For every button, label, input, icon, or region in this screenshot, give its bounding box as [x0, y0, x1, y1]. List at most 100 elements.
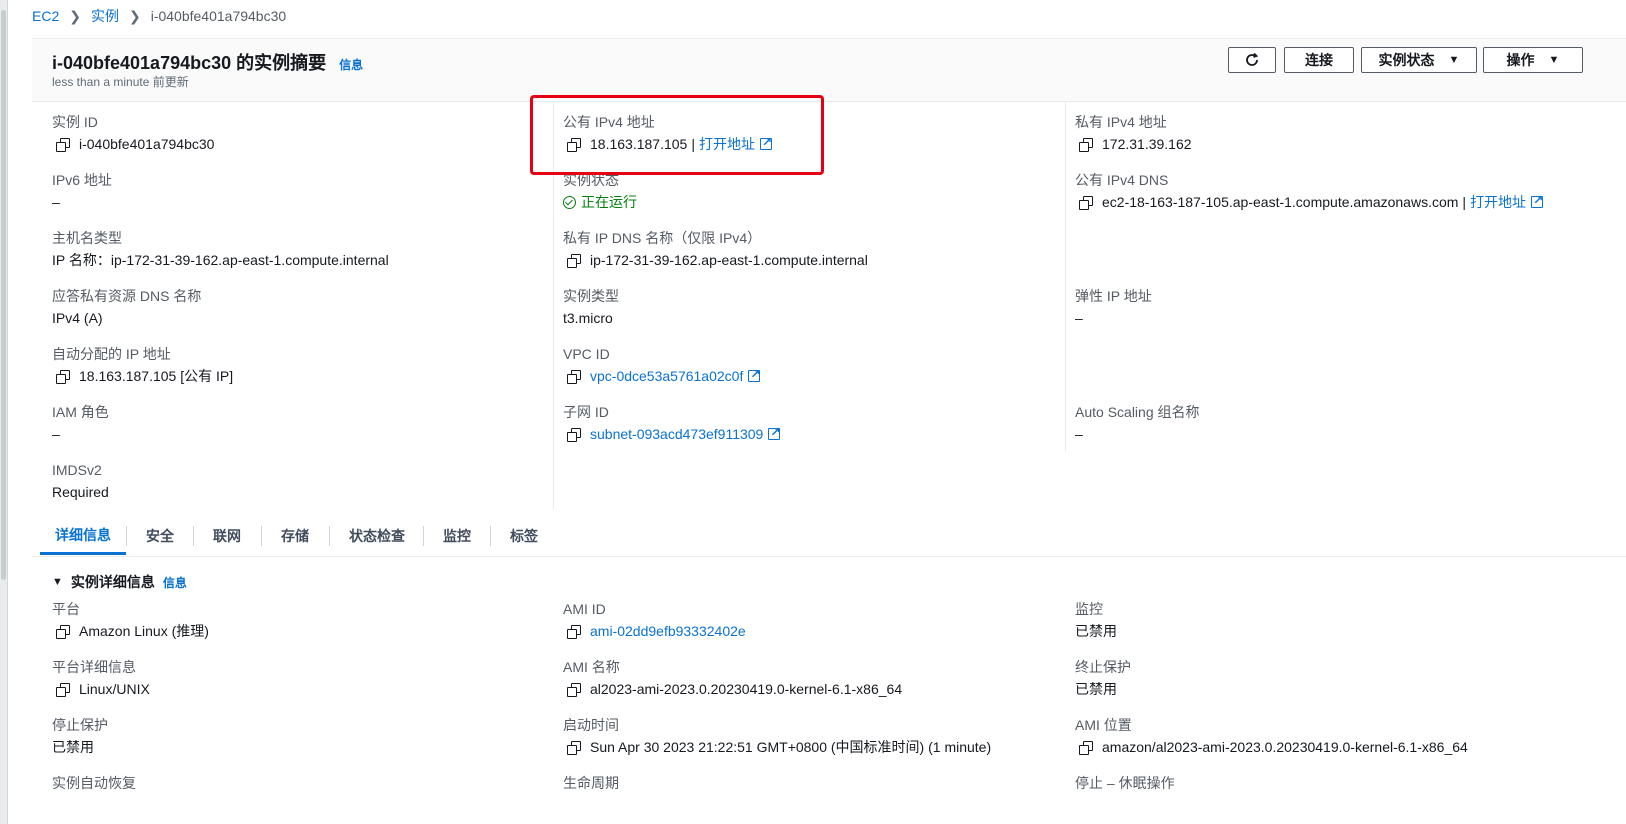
- tab-tags[interactable]: 标签: [492, 518, 556, 554]
- breadcrumb-instances[interactable]: 实例: [91, 6, 119, 26]
- summary-title-text: i-040bfe401a794bc30 的实例摘要: [52, 53, 327, 73]
- caret-down-icon[interactable]: ▼: [52, 576, 63, 588]
- field-label: Auto Scaling 组名称: [1075, 404, 1200, 420]
- tab-storage[interactable]: 存储: [263, 518, 327, 554]
- field-value: Linux/UNIX: [79, 681, 150, 697]
- field-label: 监控: [1075, 601, 1103, 617]
- field-value: i-040bfe401a794bc30: [79, 136, 215, 152]
- detail-tabs: 详细信息 安全 联网 存储 状态检查 监控 标签: [32, 518, 1626, 557]
- breadcrumb: EC2 ❯ 实例 ❯ i-040bfe401a794bc30: [32, 6, 286, 26]
- copy-icon[interactable]: [1079, 740, 1093, 755]
- field-platform-details: 平台详细信息 Linux/UNIX: [52, 658, 150, 698]
- field-label: 实例 ID: [52, 114, 98, 130]
- info-link[interactable]: 信息: [339, 58, 363, 72]
- open-address-link[interactable]: 打开地址: [1470, 193, 1526, 211]
- instance-details-header[interactable]: ▼ 实例详细信息 信息: [52, 572, 187, 592]
- copy-icon[interactable]: [56, 137, 70, 152]
- field-label: IPv6 地址: [52, 172, 112, 188]
- section-title: 实例详细信息: [70, 574, 155, 590]
- field-value: –: [52, 194, 60, 210]
- field-value: 18.163.187.105 [公有 IP]: [79, 368, 234, 384]
- field-value: –: [1075, 426, 1083, 442]
- external-link-icon[interactable]: [748, 365, 760, 383]
- field-answer-dns: 应答私有资源 DNS 名称 IPv4 (A): [52, 287, 201, 327]
- column-divider: [1065, 101, 1066, 451]
- field-ami-location: AMI 位置 amazon/al2023-ami-2023.0.20230419…: [1075, 716, 1468, 756]
- field-label: 终止保护: [1075, 659, 1131, 675]
- field-value: IP 名称：ip-172-31-39-162.ap-east-1.compute…: [52, 252, 389, 268]
- field-label: 主机名类型: [52, 230, 122, 246]
- field-label: IAM 角色: [52, 404, 109, 420]
- external-link-icon[interactable]: [1531, 191, 1543, 209]
- field-value: 已禁用: [52, 739, 94, 755]
- copy-icon[interactable]: [567, 624, 581, 639]
- field-value: 已禁用: [1075, 623, 1117, 639]
- field-label: AMI 位置: [1075, 717, 1132, 733]
- field-value: –: [1075, 310, 1083, 326]
- field-label: 私有 IPv4 地址: [1075, 114, 1167, 130]
- vpc-link[interactable]: vpc-0dce53a5761a02c0f: [590, 367, 743, 385]
- field-instance-id: 实例 ID i-040bfe401a794bc30: [52, 113, 214, 153]
- field-label: 弹性 IP 地址: [1075, 288, 1152, 304]
- field-launch-time: 启动时间 Sun Apr 30 2023 21:22:51 GMT+0800 (…: [563, 716, 991, 756]
- instance-state-button[interactable]: 实例状态 ▼: [1361, 47, 1477, 73]
- field-value: Amazon Linux (推理): [79, 623, 209, 639]
- page-scrollbar[interactable]: [0, 0, 8, 824]
- actions-button[interactable]: 操作 ▼: [1483, 47, 1583, 73]
- instance-state-label: 实例状态: [1378, 52, 1435, 68]
- field-iam-role: IAM 角色 –: [52, 403, 109, 443]
- refresh-button[interactable]: [1228, 47, 1276, 73]
- tab-security[interactable]: 安全: [128, 518, 192, 554]
- status-running: 正在运行: [581, 194, 637, 210]
- external-link-icon[interactable]: [768, 423, 780, 441]
- tab-networking[interactable]: 联网: [195, 518, 259, 554]
- connect-button[interactable]: 连接: [1284, 47, 1354, 73]
- copy-icon[interactable]: [567, 369, 581, 384]
- field-label: 平台: [52, 601, 80, 617]
- info-link[interactable]: 信息: [163, 574, 187, 591]
- field-label: 私有 IP DNS 名称（仅限 IPv4）: [563, 230, 762, 246]
- field-ami-id: AMI ID ami-02dd9efb93332402e: [563, 600, 746, 640]
- field-instance-type: 实例类型 t3.micro: [563, 287, 619, 327]
- ami-link[interactable]: ami-02dd9efb93332402e: [590, 622, 746, 640]
- summary-header: i-040bfe401a794bc30 的实例摘要 信息 less than a…: [32, 39, 1626, 102]
- breadcrumb-ec2[interactable]: EC2: [32, 8, 59, 24]
- copy-icon[interactable]: [56, 682, 70, 697]
- check-circle-icon: [563, 195, 576, 209]
- connect-label: 连接: [1305, 52, 1333, 68]
- actions-label: 操作: [1506, 52, 1535, 68]
- field-label: 公有 IPv4 DNS: [1075, 172, 1169, 188]
- field-value: 已禁用: [1075, 681, 1117, 697]
- tab-monitoring[interactable]: 监控: [425, 518, 489, 554]
- field-value: t3.micro: [563, 310, 613, 326]
- copy-icon[interactable]: [1079, 195, 1093, 210]
- field-label: VPC ID: [563, 346, 610, 362]
- field-label: IMDSv2: [52, 462, 102, 478]
- field-value: Required: [52, 484, 109, 500]
- field-instance-state: 实例状态 正在运行: [563, 171, 637, 211]
- copy-icon[interactable]: [56, 624, 70, 639]
- field-imdsv2: IMDSv2 Required: [52, 461, 109, 501]
- field-stop-protection: 停止保护 已禁用: [52, 716, 108, 756]
- tab-details[interactable]: 详细信息: [40, 518, 126, 555]
- field-auto-ip: 自动分配的 IP 地址 18.163.187.105 [公有 IP]: [52, 345, 233, 385]
- field-monitoring: 监控 已禁用: [1075, 600, 1117, 640]
- refresh-icon: [1246, 52, 1259, 66]
- copy-icon[interactable]: [1079, 137, 1093, 152]
- field-value: al2023-ami-2023.0.20230419.0-kernel-6.1-…: [590, 681, 903, 697]
- copy-icon[interactable]: [567, 253, 581, 268]
- copy-icon[interactable]: [56, 369, 70, 384]
- last-updated: less than a minute 前更新: [52, 75, 189, 89]
- chevron-right-icon: ❯: [128, 7, 141, 24]
- tab-status-checks[interactable]: 状态检查: [331, 518, 423, 554]
- copy-icon[interactable]: [567, 740, 581, 755]
- copy-icon[interactable]: [567, 427, 581, 442]
- instance-summary-panel: i-040bfe401a794bc30 的实例摘要 信息 less than a…: [32, 38, 1626, 537]
- copy-icon[interactable]: [567, 682, 581, 697]
- subnet-link[interactable]: subnet-093acd473ef911309: [590, 425, 763, 443]
- field-auto-recovery: 实例自动恢复: [52, 774, 136, 792]
- field-ami-name: AMI 名称 al2023-ami-2023.0.20230419.0-kern…: [563, 658, 902, 698]
- field-subnet-id: 子网 ID subnet-093acd473ef911309: [563, 403, 780, 443]
- scrollbar-thumb[interactable]: [1, 10, 6, 580]
- field-private-dns: 私有 IP DNS 名称（仅限 IPv4） ip-172-31-39-162.a…: [563, 229, 868, 269]
